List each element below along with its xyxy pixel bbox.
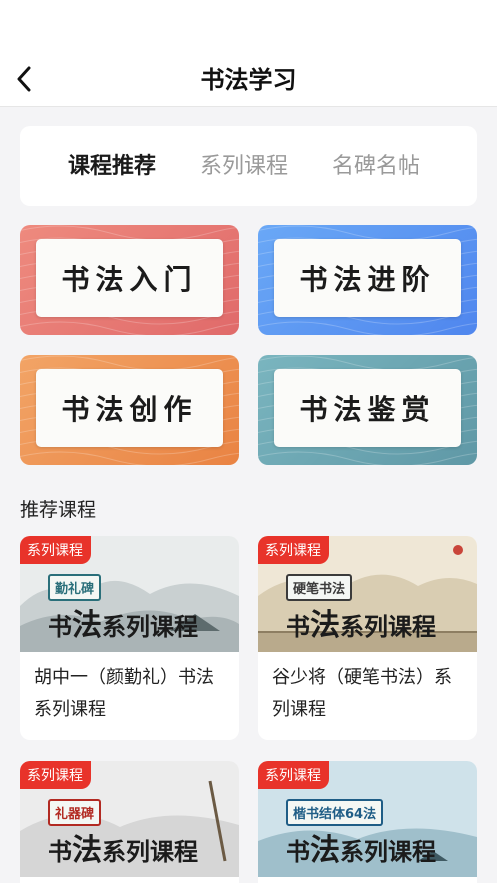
course-headline: 书法系列课程 [286,608,436,643]
course-badge: 系列课程 [20,536,91,564]
tab-famous-steles[interactable]: 名碑名帖 [332,148,420,180]
course-thumbnail: 系列课程 楷书结体64法 书法系列课程 [258,761,477,877]
course-card[interactable]: 系列课程 礼器碑 书法系列课程 [20,761,239,883]
course-badge: 系列课程 [258,536,329,564]
tab-bar: 课程推荐 系列课程 名碑名帖 [20,126,477,206]
course-thumbnail: 系列课程 硬笔书法 书法系列课程 [258,536,477,652]
category-appreciation[interactable]: 书法鉴赏 [258,355,477,465]
section-title: 推荐课程 [20,499,97,521]
category-creation[interactable]: 书法创作 [20,355,239,465]
course-thumbnail: 系列课程 礼器碑 书法系列课程 [20,761,239,877]
course-tag: 楷书结体64法 [286,799,384,826]
course-tag: 礼器碑 [48,799,102,826]
tab-series[interactable]: 系列课程 [200,148,288,180]
category-label: 书法入门 [36,239,223,317]
course-thumbnail: 系列课程 勤礼碑 书法系列课程 [20,536,239,652]
course-name: 谷少将（硬笔书法）系列课程 [272,667,452,720]
course-headline: 书法系列课程 [286,833,436,868]
course-headline: 书法系列课程 [48,833,198,868]
category-label: 书法鉴赏 [274,369,461,447]
course-name: 胡中一（颜勤礼）书法系列课程 [34,667,214,720]
course-card[interactable]: 系列课程 硬笔书法 书法系列课程 谷少将（硬笔书法）系列课程 [258,536,477,740]
course-tag: 勤礼碑 [48,574,102,601]
course-card[interactable]: 系列课程 勤礼碑 书法系列课程 胡中一（颜勤礼）书法系列课程 [20,536,239,740]
category-label: 书法创作 [36,369,223,447]
category-intro[interactable]: 书法入门 [20,225,239,335]
page-title: 书法学习 [200,66,297,94]
course-badge: 系列课程 [20,761,91,789]
course-badge: 系列课程 [258,761,329,789]
tab-recommended[interactable]: 课程推荐 [68,148,156,180]
category-label: 书法进阶 [274,239,461,317]
top-bar: 书法学习 [0,0,497,107]
course-headline: 书法系列课程 [48,608,198,643]
category-advanced[interactable]: 书法进阶 [258,225,477,335]
course-tag: 硬笔书法 [286,574,353,601]
course-card[interactable]: 系列课程 楷书结体64法 书法系列课程 [258,761,477,883]
